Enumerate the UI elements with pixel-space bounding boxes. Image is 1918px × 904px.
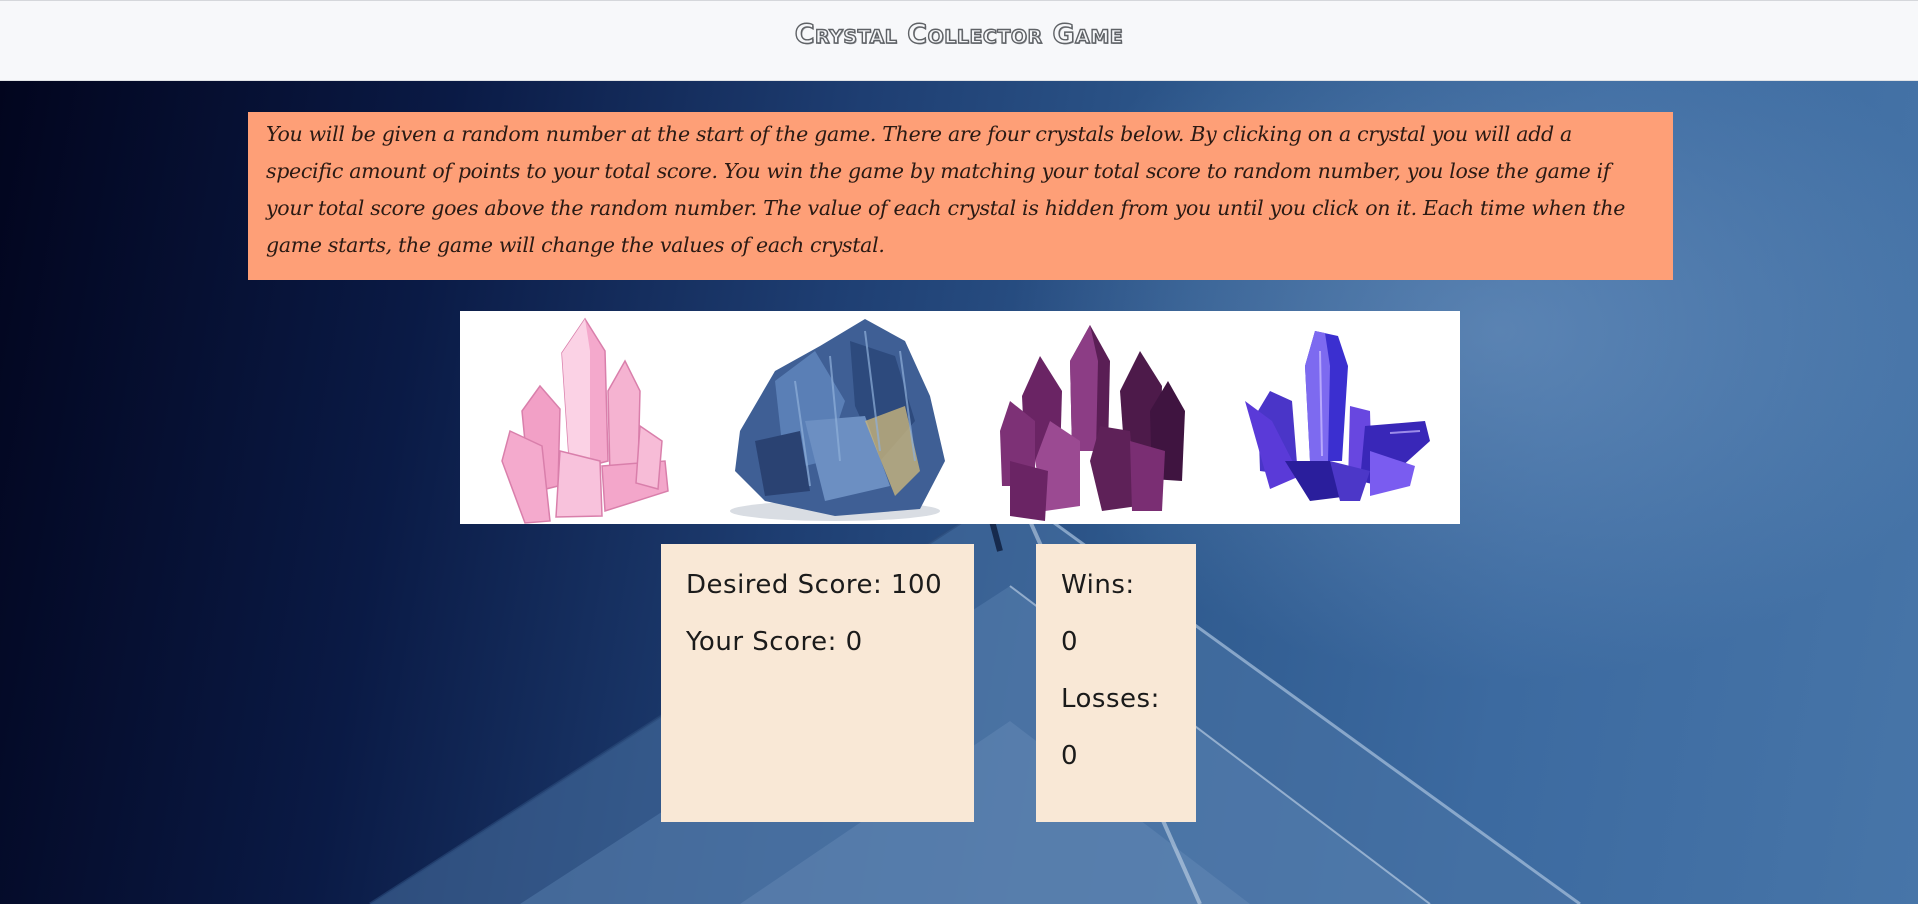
page-title: Crystal Collector Game bbox=[794, 18, 1124, 50]
crystal-button-1[interactable] bbox=[490, 311, 680, 524]
losses-label: Losses: bbox=[1061, 684, 1160, 714]
violet-quartz-crystal-icon bbox=[1245, 331, 1430, 501]
wins-label: Wins: bbox=[1061, 570, 1135, 600]
crystal-strip bbox=[460, 311, 1460, 524]
score-panel: Desired Score: 100 Your Score: 0 bbox=[661, 544, 974, 822]
crystal-button-4[interactable] bbox=[1230, 311, 1435, 524]
crystal-button-2[interactable] bbox=[715, 311, 955, 524]
page-header: Crystal Collector Game bbox=[0, 0, 1918, 81]
blue-kyanite-crystal-icon bbox=[730, 319, 945, 521]
record-panel: Wins: 0 Losses: 0 bbox=[1036, 544, 1196, 822]
crystal-button-3[interactable] bbox=[990, 311, 1190, 524]
wins-value: 0 bbox=[1061, 627, 1079, 657]
your-score-value: 0 bbox=[845, 627, 863, 657]
purple-amethyst-crystal-icon bbox=[1000, 325, 1185, 521]
desired-score-value: 100 bbox=[891, 570, 943, 600]
instructions-text: You will be given a random number at the… bbox=[266, 122, 1626, 257]
pink-crystal-icon bbox=[501, 317, 669, 524]
losses-value: 0 bbox=[1061, 741, 1079, 771]
your-score: Your Score: 0 bbox=[686, 627, 863, 657]
desired-score: Desired Score: 100 bbox=[686, 570, 942, 600]
instructions-box: You will be given a random number at the… bbox=[248, 112, 1673, 280]
desired-score-label: Desired Score: bbox=[686, 570, 883, 600]
your-score-label: Your Score: bbox=[686, 627, 837, 657]
